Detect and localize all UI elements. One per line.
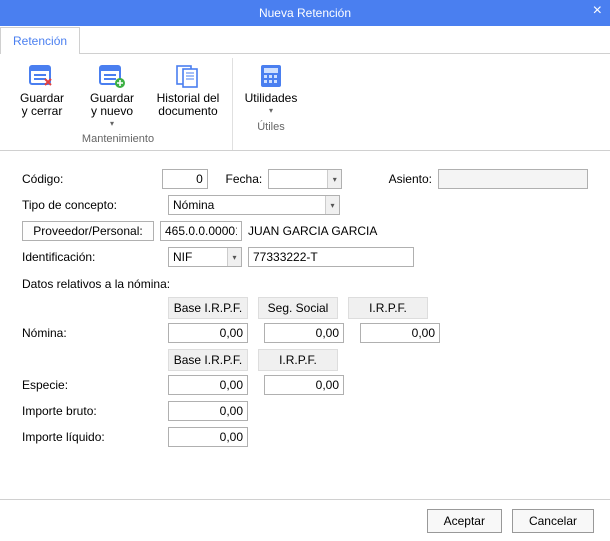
asiento-input [438, 169, 588, 189]
liquido-input[interactable] [168, 427, 248, 447]
save-new-icon [96, 62, 128, 90]
especie-row-label: Especie: [22, 378, 162, 392]
especie-base-input[interactable] [168, 375, 248, 395]
bruto-row-label: Importe bruto: [22, 404, 162, 418]
ident-type-dropdown-icon[interactable]: ▾ [227, 248, 241, 266]
proveedor-name: JUAN GARCIA GARCIA [248, 224, 377, 238]
asiento-label: Asiento: [389, 172, 432, 186]
nomina-ss-input[interactable] [264, 323, 344, 343]
titlebar: Nueva Retención × [0, 0, 610, 26]
proveedor-button[interactable]: Proveedor/Personal: [22, 221, 154, 241]
fecha-dropdown-icon[interactable]: ▾ [327, 170, 341, 188]
cancel-button[interactable]: Cancelar [512, 509, 594, 533]
col-irpf-2: I.R.P.F. [258, 349, 338, 371]
col-irpf: I.R.P.F. [348, 297, 428, 319]
tipo-dropdown-icon[interactable]: ▾ [325, 196, 339, 214]
proveedor-code-input[interactable] [160, 221, 242, 241]
nomina-base-input[interactable] [168, 323, 248, 343]
chevron-down-icon: ▾ [110, 118, 114, 128]
tipo-label: Tipo de concepto: [22, 198, 162, 212]
liquido-row-label: Importe líquido: [22, 430, 162, 444]
codigo-label: Código: [22, 172, 156, 186]
utilities-label: Utilidades ▾ [201, 90, 341, 116]
tab-retencion[interactable]: Retención [0, 27, 80, 54]
form-area: Código: Fecha: ▾ Asiento: Tipo de concep… [0, 151, 610, 463]
ribbon-tabs: Retención [0, 26, 610, 54]
save-close-icon [26, 62, 58, 90]
history-icon [172, 62, 204, 90]
col-seg-social: Seg. Social [258, 297, 338, 319]
nomina-section-title: Datos relativos a la nómina: [22, 277, 588, 291]
group-title-mantenimiento: Mantenimiento [82, 130, 154, 148]
codigo-input[interactable] [162, 169, 208, 189]
window-title: Nueva Retención [259, 6, 351, 20]
group-mantenimiento: Guardary cerrar Guardary nuevo ▾ Histori… [4, 58, 233, 150]
nomina-irpf-input[interactable] [360, 323, 440, 343]
group-title-utiles: Útiles [257, 118, 285, 136]
col-base-irpf-2: Base I.R.P.F. [168, 349, 248, 371]
chevron-down-icon: ▾ [269, 105, 273, 115]
bruto-input[interactable] [168, 401, 248, 421]
col-base-irpf: Base I.R.P.F. [168, 297, 248, 319]
utilities-button[interactable]: Utilidades ▾ [239, 60, 303, 118]
especie-irpf-input[interactable] [264, 375, 344, 395]
nomina-row-label: Nómina: [22, 326, 162, 340]
ribbon-body: Guardary cerrar Guardary nuevo ▾ Histori… [0, 54, 610, 151]
ok-button[interactable]: Aceptar [427, 509, 502, 533]
ident-label: Identificación: [22, 250, 162, 264]
close-icon[interactable]: × [593, 2, 602, 20]
tipo-input[interactable] [168, 195, 340, 215]
fecha-label: Fecha: [226, 172, 263, 186]
calculator-icon [255, 62, 287, 90]
ident-value-input[interactable] [248, 247, 414, 267]
group-utiles: Utilidades ▾ Útiles [233, 58, 309, 150]
dialog-footer: Aceptar Cancelar [0, 499, 610, 541]
